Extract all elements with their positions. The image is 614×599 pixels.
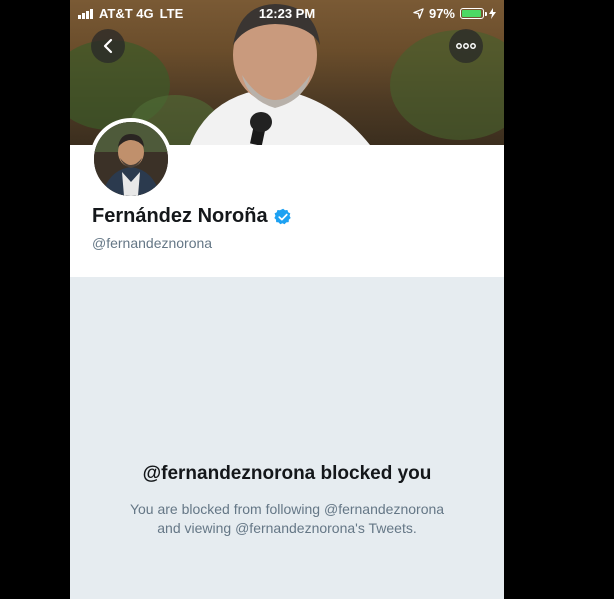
profile-handle: @fernandeznorona: [92, 235, 213, 251]
avatar[interactable]: [90, 118, 172, 200]
avatar-photo: [94, 122, 168, 196]
chevron-left-icon: [103, 38, 113, 54]
battery-percent: 97%: [428, 6, 455, 21]
profile-name: Fernández Noroña: [92, 205, 268, 227]
charging-bolt-icon: [489, 8, 496, 19]
more-options-button[interactable]: [449, 29, 483, 63]
battery-fill: [462, 10, 482, 17]
back-button[interactable]: [91, 29, 125, 63]
blocked-description-line2: and viewing @fernandeznorona's Tweets.: [157, 520, 417, 536]
blocked-description-line1: You are blocked from following @fernande…: [129, 501, 445, 517]
battery-icon: [460, 8, 487, 19]
blocked-description: You are blocked from following @fernande…: [100, 500, 474, 538]
location-arrow-icon: [413, 8, 424, 19]
profile-name-row: Fernández Noroña: [92, 205, 292, 228]
verified-badge-icon: [273, 208, 291, 224]
more-dots-icon: [456, 43, 476, 49]
twitter-profile-screen: AT&T 4G LTE 12:23 PM 97% Fernández Noroñ…: [70, 0, 504, 599]
blocked-title: @fernandeznorona blocked you: [142, 463, 432, 484]
status-bar: AT&T 4G LTE 12:23 PM 97%: [70, 0, 504, 26]
